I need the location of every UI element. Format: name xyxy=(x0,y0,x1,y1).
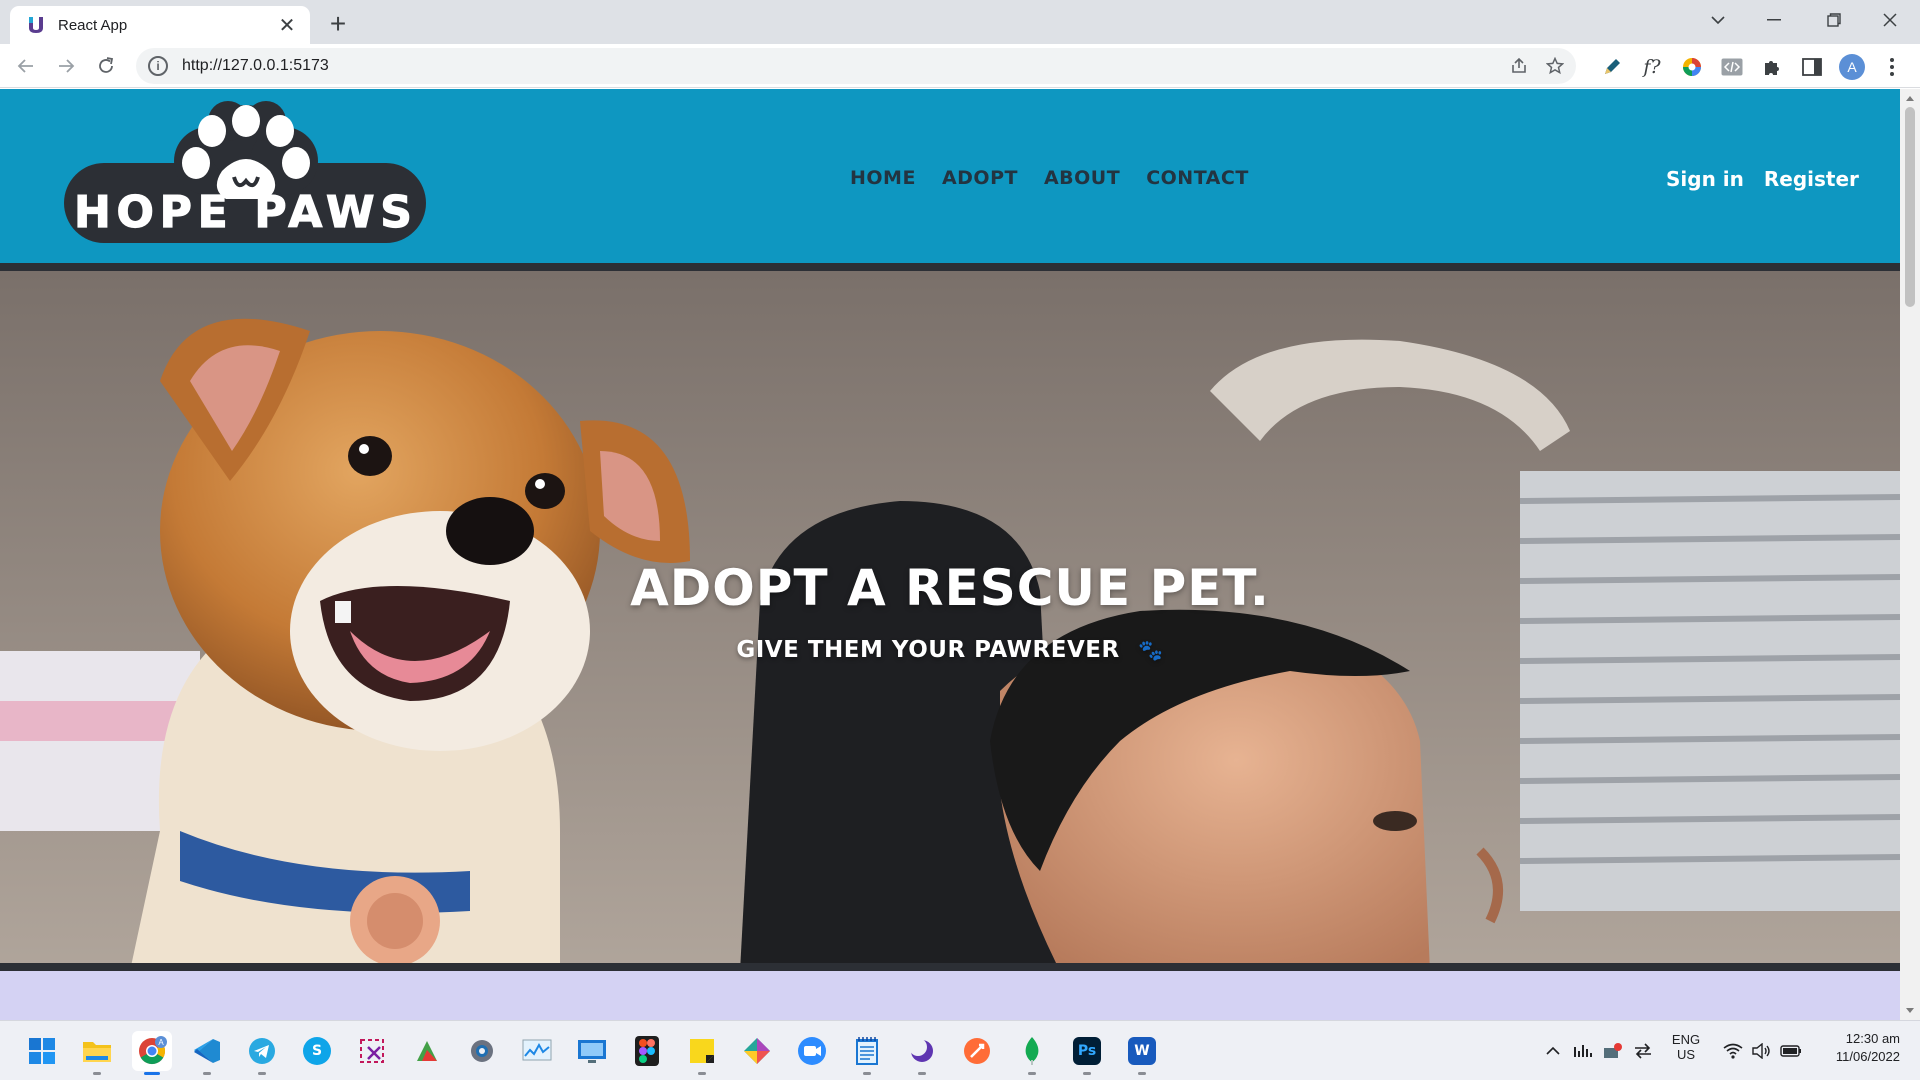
region-code: US xyxy=(1676,1047,1696,1062)
sticky-notes-icon[interactable] xyxy=(682,1031,722,1075)
remote-desktop-icon[interactable] xyxy=(572,1031,612,1071)
restore-window-icon[interactable] xyxy=(1814,4,1854,36)
tab-title: React App xyxy=(58,16,128,34)
browser-menu-icon[interactable] xyxy=(1877,52,1907,82)
hope-paws-logo[interactable]: HOPE PAWS xyxy=(60,101,430,249)
vscode-icon[interactable] xyxy=(187,1031,227,1075)
nav-link-adopt[interactable]: ADOPT xyxy=(942,167,1018,189)
skype-icon[interactable]: S xyxy=(297,1031,337,1071)
skype-logo: S xyxy=(303,1037,331,1065)
nav-link-about[interactable]: ABOUT xyxy=(1044,167,1120,189)
back-arrow-icon[interactable] xyxy=(10,50,42,82)
wifi-icon[interactable] xyxy=(1722,1041,1744,1061)
figma-icon[interactable] xyxy=(627,1031,667,1071)
extensions-puzzle-icon[interactable] xyxy=(1757,52,1787,82)
reload-icon[interactable] xyxy=(90,50,122,82)
bookmark-star-icon[interactable] xyxy=(1540,51,1570,81)
page-viewport: HOPE PAWS HOME ADOPT ABOUT CONTACT Sign … xyxy=(0,89,1900,1020)
running-indicator xyxy=(1083,1072,1091,1075)
hero-banner: ADOPT A RESCUE PET. GIVE THEM YOUR PAWRE… xyxy=(0,271,1900,971)
site-info-icon[interactable]: i xyxy=(148,56,168,76)
scrollbar-thumb[interactable] xyxy=(1905,107,1915,307)
greenshot-icon[interactable] xyxy=(407,1031,447,1071)
new-tab-button[interactable]: + xyxy=(322,8,354,40)
profile-avatar: A xyxy=(1839,54,1865,80)
auth-nav: Sign in Register xyxy=(1666,167,1859,191)
running-indicator xyxy=(698,1072,706,1075)
close-window-icon[interactable] xyxy=(1870,4,1910,36)
font-finder-icon[interactable]: f? xyxy=(1637,52,1667,82)
hero-title: ADOPT A RESCUE PET. xyxy=(630,559,1270,617)
running-indicator xyxy=(918,1072,926,1075)
pen-tool-icon[interactable] xyxy=(1597,52,1627,82)
scroll-up-arrow-icon[interactable] xyxy=(1904,93,1916,103)
windows-taskbar: A S Ps W ENG US 12:30 am 11/06/2022 xyxy=(0,1020,1920,1080)
address-bar[interactable]: i http://127.0.0.1:5173 xyxy=(136,48,1576,84)
profile-button[interactable]: A xyxy=(1837,52,1867,82)
postman-icon[interactable] xyxy=(957,1031,997,1071)
photoshop-logo: Ps xyxy=(1073,1037,1101,1065)
network-transfer-icon[interactable] xyxy=(1632,1041,1654,1061)
battery-icon[interactable] xyxy=(1780,1041,1802,1061)
close-tab-icon[interactable]: ✕ xyxy=(274,12,300,38)
running-indicator xyxy=(1138,1072,1146,1075)
snipping-tool-icon[interactable] xyxy=(352,1031,392,1071)
hero-photo-dog-and-man xyxy=(0,271,1900,963)
clock[interactable]: 12:30 am 11/06/2022 xyxy=(1816,1031,1900,1064)
browser-toolbar: i http://127.0.0.1:5173 f? A xyxy=(0,44,1920,88)
hero-subtitle-text: GIVE THEM YOUR PAWREVER xyxy=(736,637,1120,663)
scroll-down-arrow-icon[interactable] xyxy=(1904,1006,1916,1016)
sign-in-link[interactable]: Sign in xyxy=(1666,167,1744,191)
chrome-icon[interactable]: A xyxy=(132,1031,172,1075)
browser-tab[interactable]: React App ✕ xyxy=(10,6,310,44)
side-panel-icon[interactable] xyxy=(1797,52,1827,82)
tray-app-icon[interactable] xyxy=(1602,1041,1624,1061)
clock-time: 12:30 am xyxy=(1845,1031,1900,1046)
show-hidden-icons-chevron-icon[interactable] xyxy=(1542,1041,1564,1061)
nav-link-contact[interactable]: CONTACT xyxy=(1146,167,1249,189)
react-app-favicon-icon xyxy=(29,17,43,33)
paw-print-icon: 🐾 xyxy=(1138,638,1164,662)
mongodb-icon[interactable] xyxy=(1012,1031,1052,1075)
input-language[interactable]: ENG US xyxy=(1668,1032,1704,1062)
site-header: HOPE PAWS HOME ADOPT ABOUT CONTACT Sign … xyxy=(0,89,1900,271)
address-url[interactable]: http://127.0.0.1:5173 xyxy=(182,57,1504,75)
clock-date: 11/06/2022 xyxy=(1835,1049,1900,1064)
start-icon[interactable] xyxy=(22,1031,62,1071)
hero-subtitle: GIVE THEM YOUR PAWREVER 🐾 xyxy=(0,637,1900,663)
audio-meter-icon[interactable] xyxy=(1572,1041,1594,1061)
photoshop-icon[interactable]: Ps xyxy=(1067,1031,1107,1075)
settings-icon[interactable] xyxy=(462,1031,502,1071)
tab-search-chevron-icon[interactable] xyxy=(1698,4,1738,36)
running-indicator xyxy=(863,1072,871,1075)
code-view-icon[interactable] xyxy=(1717,52,1747,82)
register-link[interactable]: Register xyxy=(1764,167,1859,191)
running-indicator xyxy=(144,1072,160,1075)
language-code: ENG xyxy=(1671,1032,1701,1047)
main-nav: HOME ADOPT ABOUT CONTACT xyxy=(850,167,1249,189)
forward-arrow-icon[interactable] xyxy=(50,50,82,82)
page-scrollbar[interactable] xyxy=(1900,89,1920,1020)
file-explorer-icon[interactable] xyxy=(77,1031,117,1075)
browser-tab-strip: React App ✕ + xyxy=(0,0,1920,44)
running-indicator xyxy=(258,1072,266,1075)
gitkraken-icon[interactable] xyxy=(737,1031,777,1071)
nav-link-home[interactable]: HOME xyxy=(850,167,916,189)
color-picker-icon[interactable] xyxy=(1677,52,1707,82)
volume-icon[interactable] xyxy=(1750,1041,1772,1061)
logo-text: HOPE PAWS xyxy=(74,187,412,238)
performance-monitor-icon[interactable] xyxy=(517,1031,557,1071)
notepad-icon[interactable] xyxy=(847,1031,887,1075)
word-icon[interactable]: W xyxy=(1122,1031,1162,1075)
running-indicator xyxy=(93,1072,101,1075)
share-icon[interactable] xyxy=(1504,51,1534,81)
zoom-icon[interactable] xyxy=(792,1031,832,1071)
running-indicator xyxy=(203,1072,211,1075)
minimize-window-icon[interactable] xyxy=(1754,4,1794,36)
chrome-profile-badge: A xyxy=(158,1038,164,1047)
word-logo: W xyxy=(1128,1037,1156,1065)
night-app-icon[interactable] xyxy=(902,1031,942,1075)
telegram-icon[interactable] xyxy=(242,1031,282,1075)
running-indicator xyxy=(1028,1072,1036,1075)
